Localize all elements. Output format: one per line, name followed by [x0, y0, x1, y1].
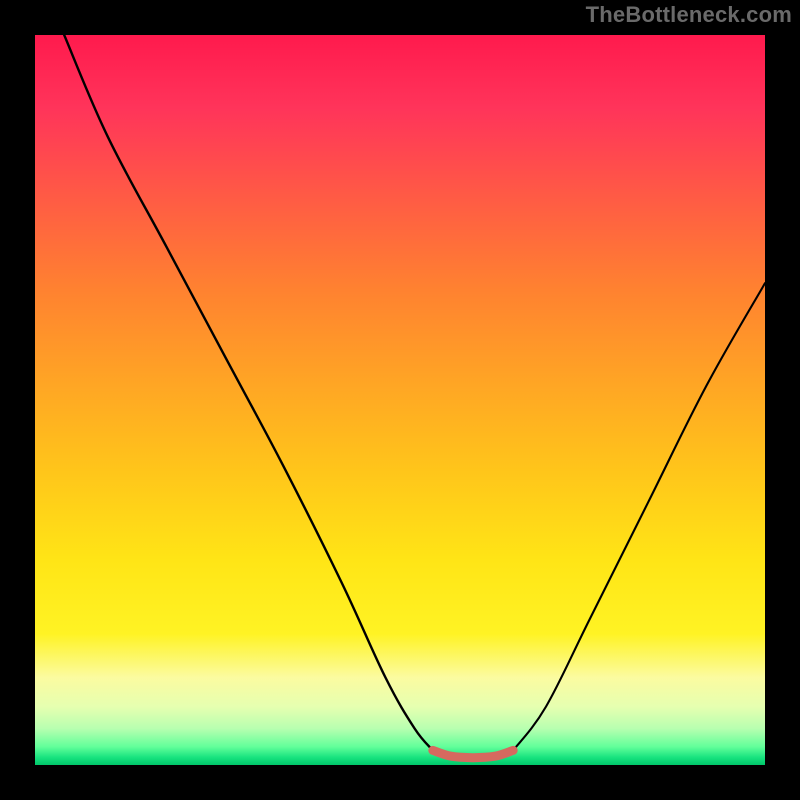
plot-area: [35, 35, 765, 765]
curve-overlay: [35, 35, 765, 765]
flat-segment-path: [433, 750, 513, 757]
chart-container: TheBottleneck.com: [0, 0, 800, 800]
attribution-text: TheBottleneck.com: [586, 2, 792, 28]
right-curve-path: [513, 283, 765, 750]
left-curve-path: [64, 35, 433, 750]
